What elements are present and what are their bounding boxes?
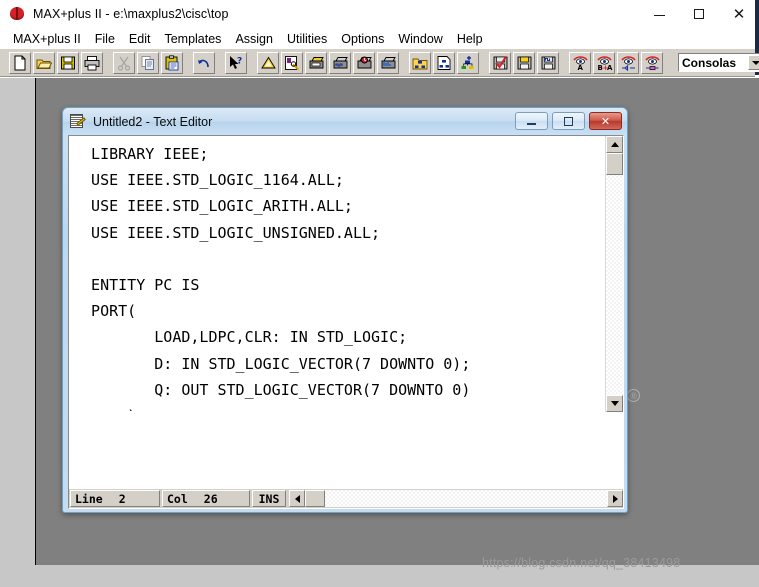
close-button[interactable]: ✕ [589, 112, 622, 130]
text-editor-titlebar[interactable]: Untitled2 - Text Editor ✕ [63, 108, 627, 135]
code-line: ENTITY PC IS [73, 275, 200, 294]
status-insert-mode[interactable]: INS [252, 490, 286, 507]
scroll-down-arrow-icon[interactable] [606, 395, 623, 412]
hierarchy-display-icon[interactable] [409, 51, 431, 74]
graphic-editor-icon[interactable] [305, 51, 327, 74]
svg-text:?: ? [237, 56, 242, 66]
floorplan-editor-icon[interactable] [281, 51, 303, 74]
maximize-button[interactable] [679, 0, 719, 28]
menu-help[interactable]: Help [450, 30, 490, 48]
code-line: LIBRARY IEEE; [73, 145, 209, 163]
menu-options[interactable]: Options [334, 30, 391, 48]
find-cell-icon[interactable] [641, 51, 663, 74]
code-text-area[interactable]: LIBRARY IEEE; USE IEEE.STD_LOGIC_1164.AL… [69, 136, 605, 411]
status-line-value: 2 [118, 491, 126, 506]
print-icon[interactable] [81, 51, 103, 74]
svg-text:A: A [607, 64, 613, 71]
menu-file[interactable]: File [88, 30, 122, 48]
menu-assign[interactable]: Assign [228, 30, 280, 48]
registered-mark-icon: ® [627, 389, 640, 402]
status-line-indicator: Line 2 [70, 490, 160, 507]
page-title: MAX+plus II - e:\maxplus2\cisc\top [33, 7, 229, 21]
code-line: Q: OUT STD_LOGIC_VECTOR(7 DOWNTO 0) [73, 380, 471, 399]
context-help-arrow-icon[interactable]: ? [225, 51, 247, 74]
status-line-label: Line [75, 491, 103, 506]
symbol-editor-icon[interactable] [433, 51, 455, 74]
text-editor-icon [70, 113, 86, 130]
text-editor-window: Untitled2 - Text Editor ✕ LIBRARY IEEE; … [62, 107, 628, 513]
menubar: MAX+plus II File Edit Templates Assign U… [0, 28, 755, 49]
vertical-scrollbar[interactable] [605, 136, 623, 412]
left-panel-strip [0, 78, 36, 587]
vertical-scrollbar-thumb[interactable] [606, 153, 623, 175]
compiler-triangle-icon[interactable] [257, 51, 279, 74]
maxplus2-application-window: MAX+plus II - e:\maxplus2\cisc\top ✕ MAX… [0, 0, 759, 587]
save-compile-icon[interactable] [513, 51, 535, 74]
copy-pages-icon[interactable] [137, 51, 159, 74]
save-check-icon[interactable] [489, 51, 511, 74]
close-button[interactable]: ✕ [719, 0, 759, 28]
menu-window[interactable]: Window [391, 30, 449, 48]
font-family-value: Consolas [682, 55, 737, 70]
editor-status-bar: Line 2 Col 26 INS [69, 489, 623, 508]
waveform-editor-icon[interactable] [329, 51, 351, 74]
text-editor-title: Untitled2 - Text Editor [93, 114, 213, 129]
code-line: D: IN STD_LOGIC_VECTOR(7 DOWNTO 0); [73, 354, 471, 373]
new-file-icon[interactable] [9, 51, 31, 74]
chevron-down-icon[interactable] [748, 55, 759, 70]
code-line: PORT( [73, 302, 137, 321]
project-hierarchy-icon[interactable] [457, 51, 479, 74]
font-family-combobox[interactable]: Consolas [678, 53, 759, 72]
code-line: ); [73, 403, 605, 411]
menu-maxplus2[interactable]: MAX+plus II [6, 30, 88, 48]
horizontal-scrollbar[interactable] [289, 490, 623, 507]
find-node-icon[interactable] [617, 51, 639, 74]
menu-templates[interactable]: Templates [157, 30, 228, 48]
text-editor-frame: LIBRARY IEEE; USE IEEE.STD_LOGIC_1164.AL… [68, 135, 624, 509]
scroll-up-arrow-icon[interactable] [606, 136, 623, 153]
text-editor-window-controls: ✕ [515, 112, 622, 130]
mdi-client-area: ® Untitled2 - Text Editor ✕ LIBRARY IEEE… [0, 78, 759, 587]
main-window-controls: ✕ [639, 0, 759, 28]
menu-utilities[interactable]: Utilities [280, 30, 334, 48]
minimize-button[interactable] [515, 112, 548, 130]
restore-button[interactable] [552, 112, 585, 130]
code-line: USE IEEE.STD_LOGIC_ARITH.ALL; [73, 197, 353, 216]
code-line: LOAD,LDPC,CLR: IN STD_LOGIC; [73, 328, 408, 347]
horizontal-scrollbar-thumb[interactable] [305, 490, 325, 507]
altera-bug-icon [9, 6, 25, 22]
simulator-icon[interactable] [353, 51, 375, 74]
minimize-button[interactable] [639, 0, 679, 28]
svg-text:A: A [577, 64, 583, 71]
cut-scissors-icon[interactable] [113, 51, 135, 74]
code-line: USE IEEE.STD_LOGIC_1164.ALL; [73, 171, 344, 190]
save-simulate-icon[interactable] [537, 51, 559, 74]
status-col-label: Col [167, 491, 188, 506]
main-toolbar: ? A B + A Consolas [0, 49, 759, 77]
open-folder-icon[interactable] [33, 51, 55, 74]
undo-arrow-icon[interactable] [193, 51, 215, 74]
status-col-indicator: Col 26 [162, 490, 250, 507]
save-floppy-icon[interactable] [57, 51, 79, 74]
scroll-right-arrow-icon[interactable] [607, 490, 623, 507]
timing-analyzer-icon[interactable] [377, 51, 399, 74]
replace-text-icon[interactable]: B + A [593, 51, 615, 74]
find-text-icon[interactable]: A [569, 51, 591, 74]
scroll-left-arrow-icon[interactable] [289, 490, 305, 507]
bottom-band [0, 565, 759, 587]
status-col-value: 26 [203, 491, 218, 506]
horizontal-scrollbar-track[interactable] [325, 490, 607, 507]
paste-clipboard-icon[interactable] [161, 51, 183, 74]
code-line: USE IEEE.STD_LOGIC_UNSIGNED.ALL; [73, 223, 381, 242]
menu-edit[interactable]: Edit [122, 30, 158, 48]
